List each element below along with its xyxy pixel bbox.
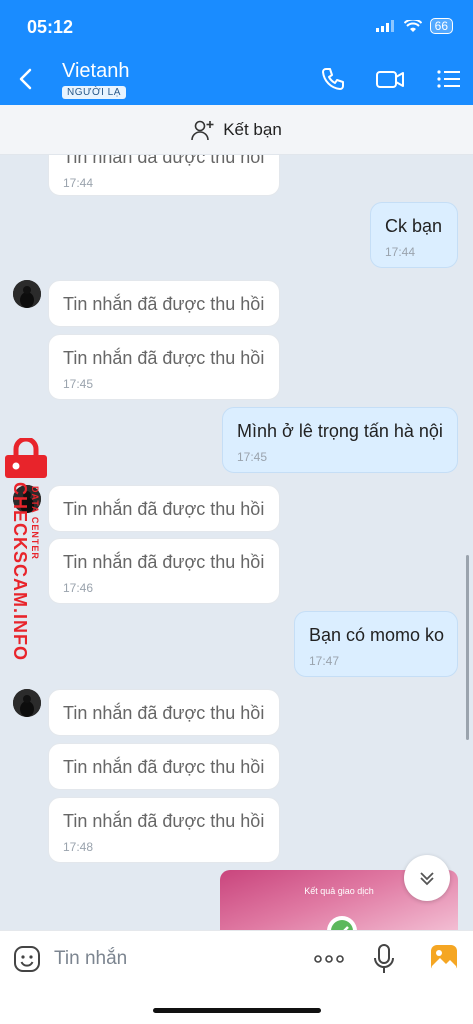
scroll-to-bottom-button[interactable] [404, 855, 450, 901]
message-bubble[interactable]: Tin nhắn đã được thu hồi [48, 280, 280, 327]
back-icon[interactable] [12, 64, 42, 94]
status-icons: 66 [375, 18, 453, 34]
stranger-badge: NGƯỜI LẠ [62, 86, 126, 99]
message-list[interactable]: Tin nhắn đã được thu hồi 17:44 Ck bạn 17… [0, 155, 473, 930]
add-friend-button[interactable]: Kết bạn [0, 105, 473, 155]
watermark: CHECKSCAM.INFO DATA CENTER [3, 438, 51, 668]
message-bubble[interactable]: Tin nhắn đã được thu hồi 17:46 [48, 538, 280, 604]
message-bubble[interactable]: Tin nhắn đã được thu hồi 17:48 [48, 797, 280, 863]
phone-icon[interactable] [318, 64, 348, 94]
avatar[interactable] [13, 280, 41, 308]
avatar-image [13, 280, 41, 308]
message-bubble-mine[interactable]: Mình ở lê trọng tấn hà nội 17:45 [222, 407, 458, 473]
scrollbar[interactable] [466, 555, 469, 740]
message-bubble-mine[interactable]: Bạn có momo ko 17:47 [294, 611, 458, 677]
microphone-icon[interactable] [371, 943, 397, 975]
message-bubble-mine[interactable]: Ck bạn 17:44 [370, 202, 458, 268]
menu-icon[interactable] [434, 64, 464, 94]
chat-header: 05:12 66 Vietanh NGƯỜI LẠ [0, 0, 473, 105]
watermark-brand: CHECKSCAM.INFO [10, 482, 30, 661]
sticker-icon[interactable] [13, 945, 41, 973]
receipt-title: Kết quả giao dịch [304, 886, 374, 896]
message-bubble[interactable]: Tin nhắn đã được thu hồi [48, 689, 280, 736]
lock-icon [5, 438, 47, 478]
wifi-icon [403, 19, 422, 32]
double-chevron-down-icon [420, 872, 434, 886]
message-bubble[interactable]: Tin nhắn đã được thu hồi 17:44 [48, 155, 280, 196]
image-picker-icon[interactable] [430, 944, 458, 972]
status-time: 05:12 [27, 17, 74, 37]
more-options-icon[interactable] [313, 945, 345, 973]
add-friend-label: Kết bạn [223, 119, 282, 139]
message-bubble[interactable]: Tin nhắn đã được thu hồi 17:45 [48, 334, 280, 400]
message-bubble[interactable]: Tin nhắn đã được thu hồi [48, 743, 280, 790]
signal-icon [375, 20, 394, 32]
message-input[interactable]: Tin nhắn [54, 948, 127, 970]
battery-indicator: 66 [429, 18, 453, 34]
video-call-icon[interactable] [375, 64, 405, 94]
avatar[interactable] [13, 689, 41, 717]
add-user-icon [191, 120, 214, 140]
success-check-icon [327, 916, 357, 930]
home-indicator [153, 1008, 321, 1013]
message-bubble[interactable]: Tin nhắn đã được thu hồi [48, 485, 280, 532]
avatar-image [13, 689, 41, 717]
watermark-subtitle: DATA CENTER [30, 486, 40, 560]
contact-name[interactable]: Vietanh [62, 60, 129, 83]
